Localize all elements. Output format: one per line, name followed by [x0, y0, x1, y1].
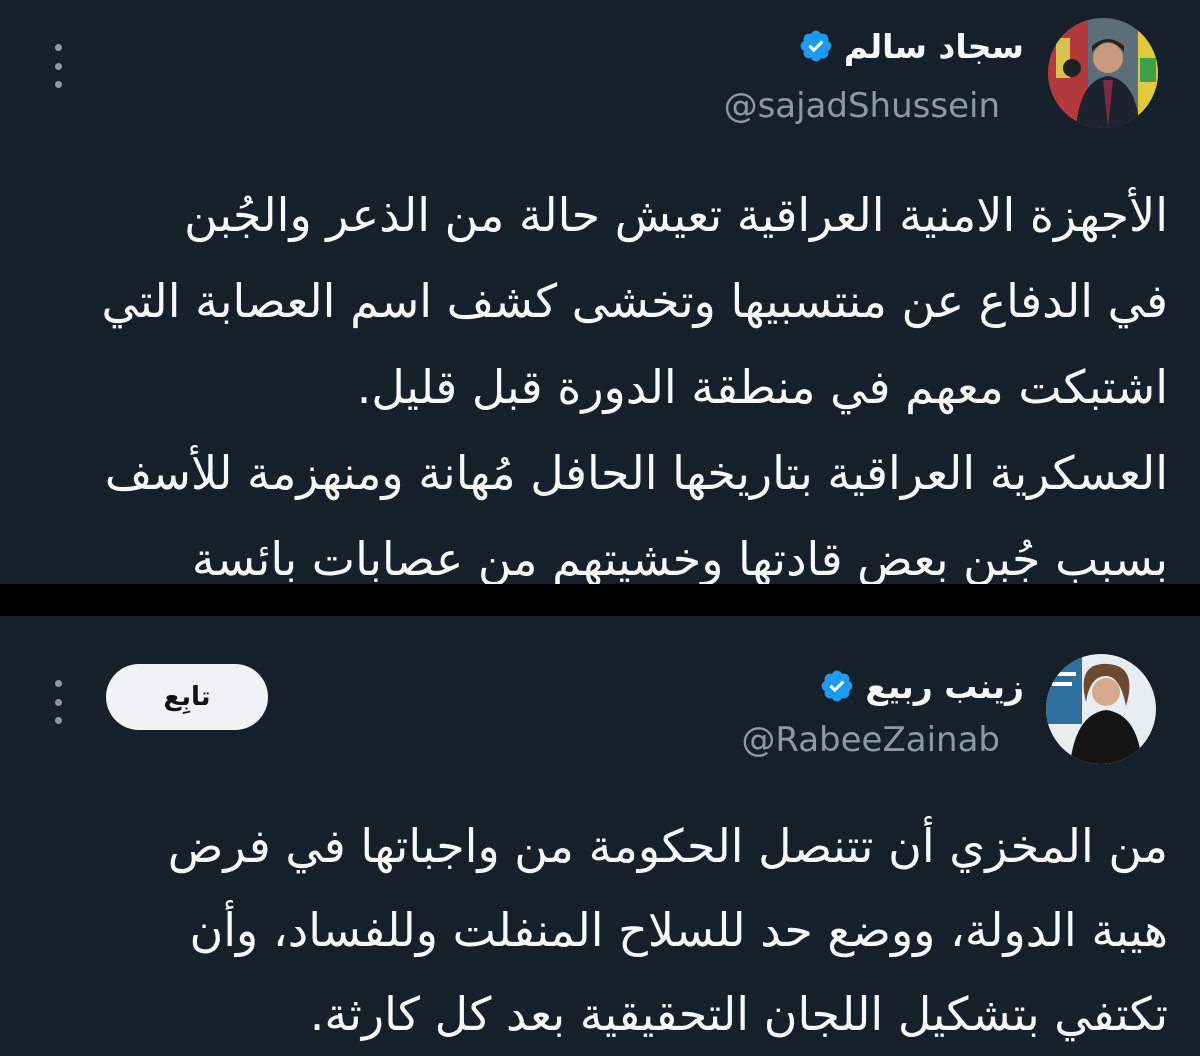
- more-vertical-icon[interactable]: [48, 44, 68, 88]
- more-vertical-icon[interactable]: [48, 680, 68, 724]
- tweet-text-line: في الدفاع عن منتسبيها وتخشى كشف اسم العص…: [101, 274, 1168, 328]
- author-display-name[interactable]: سجاد سالم: [844, 27, 1024, 66]
- verified-badge-icon: [821, 670, 853, 702]
- author-avatar[interactable]: [1048, 18, 1158, 128]
- tweet-card[interactable]: سجاد سالم @sajadShussein الأجهزة الامنية…: [0, 0, 1200, 584]
- tweet-text-line: اشتبكت معهم في منطقة الدورة قبل قليل.: [356, 360, 1168, 414]
- tweet-card[interactable]: زينب ربيع @RabeeZainab تابِع من المخزي أ…: [0, 616, 1200, 1056]
- tweet-text-line: بسبب جُبن بعض قادتها وخشيتهم من عصابات ب…: [191, 532, 1168, 584]
- tweet-text-line: العسكرية العراقية بتاريخها الحافل مُهانة…: [104, 446, 1168, 500]
- tweet-text-line: الأجهزة الامنية العراقية تعيش حالة من ال…: [184, 188, 1168, 242]
- follow-button[interactable]: تابِع: [106, 664, 268, 730]
- author-name-row[interactable]: سجاد سالم: [798, 24, 1024, 68]
- author-avatar[interactable]: [1046, 654, 1156, 764]
- avatar-photo: [1048, 18, 1158, 128]
- tweet-text-line: تكتفي بتشكيل اللجان التحقيقية بعد كل كار…: [309, 987, 1168, 1041]
- author-display-name[interactable]: زينب ربيع: [865, 667, 1024, 706]
- tweet-text: من المخزي أن تتنصل الحكومة من واجباتها ف…: [168, 804, 1168, 1056]
- author-handle[interactable]: @RabeeZainab: [741, 720, 1000, 760]
- author-handle[interactable]: @sajadShussein: [724, 86, 1000, 126]
- tweet-text: الأجهزة الامنية العراقية تعيش حالة من ال…: [101, 172, 1168, 584]
- verified-badge-icon: [800, 30, 832, 62]
- tweet-text-line: من المخزي أن تتنصل الحكومة من واجباتها ف…: [167, 819, 1168, 873]
- author-name-row[interactable]: زينب ربيع: [819, 664, 1024, 708]
- tweet-text-line: هيبة الدولة، ووضع حد للسلاح المنفلت وللف…: [189, 903, 1168, 957]
- avatar-photo: [1046, 654, 1156, 764]
